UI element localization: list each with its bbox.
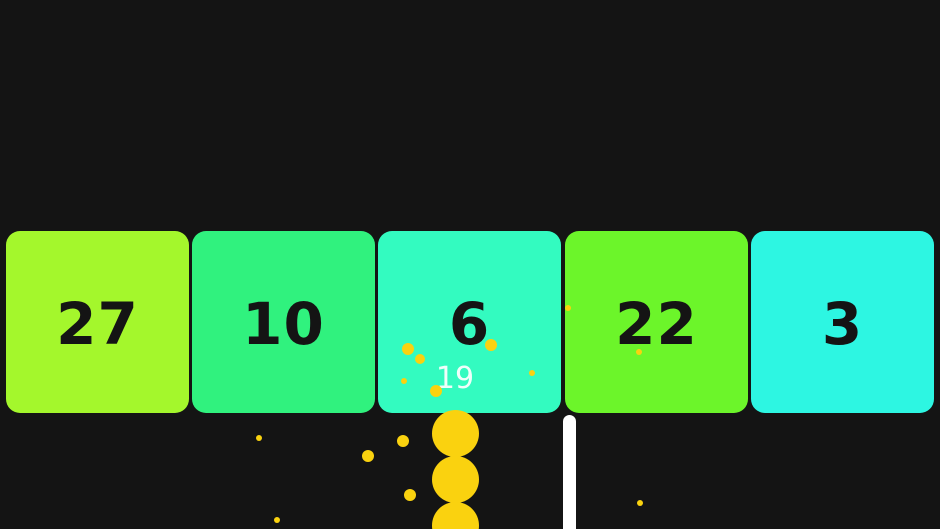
- block-value: 27: [56, 290, 139, 358]
- spark-particle: [362, 450, 374, 462]
- spark-particle: [404, 489, 416, 501]
- block-value: 6: [448, 290, 491, 358]
- block-value: 3: [821, 290, 864, 358]
- number-block-2: 10: [192, 231, 375, 413]
- number-block-4: 22: [565, 231, 748, 413]
- number-block-5: 3: [751, 231, 934, 413]
- snake-ball-icon: [432, 502, 479, 529]
- snake-ball-icon: [432, 410, 479, 457]
- number-block-1: 27: [6, 231, 189, 413]
- game-canvas[interactable]: 27 10 6 22 3 19: [0, 0, 940, 529]
- snake-ball-icon: [432, 456, 479, 503]
- spark-particle: [397, 435, 409, 447]
- snake-length-counter: 19: [435, 361, 475, 396]
- spark-particle: [274, 517, 280, 523]
- block-value: 10: [242, 290, 325, 358]
- wall-divider: [563, 415, 576, 529]
- block-value: 22: [615, 290, 698, 358]
- spark-particle: [256, 435, 262, 441]
- spark-particle: [637, 500, 643, 506]
